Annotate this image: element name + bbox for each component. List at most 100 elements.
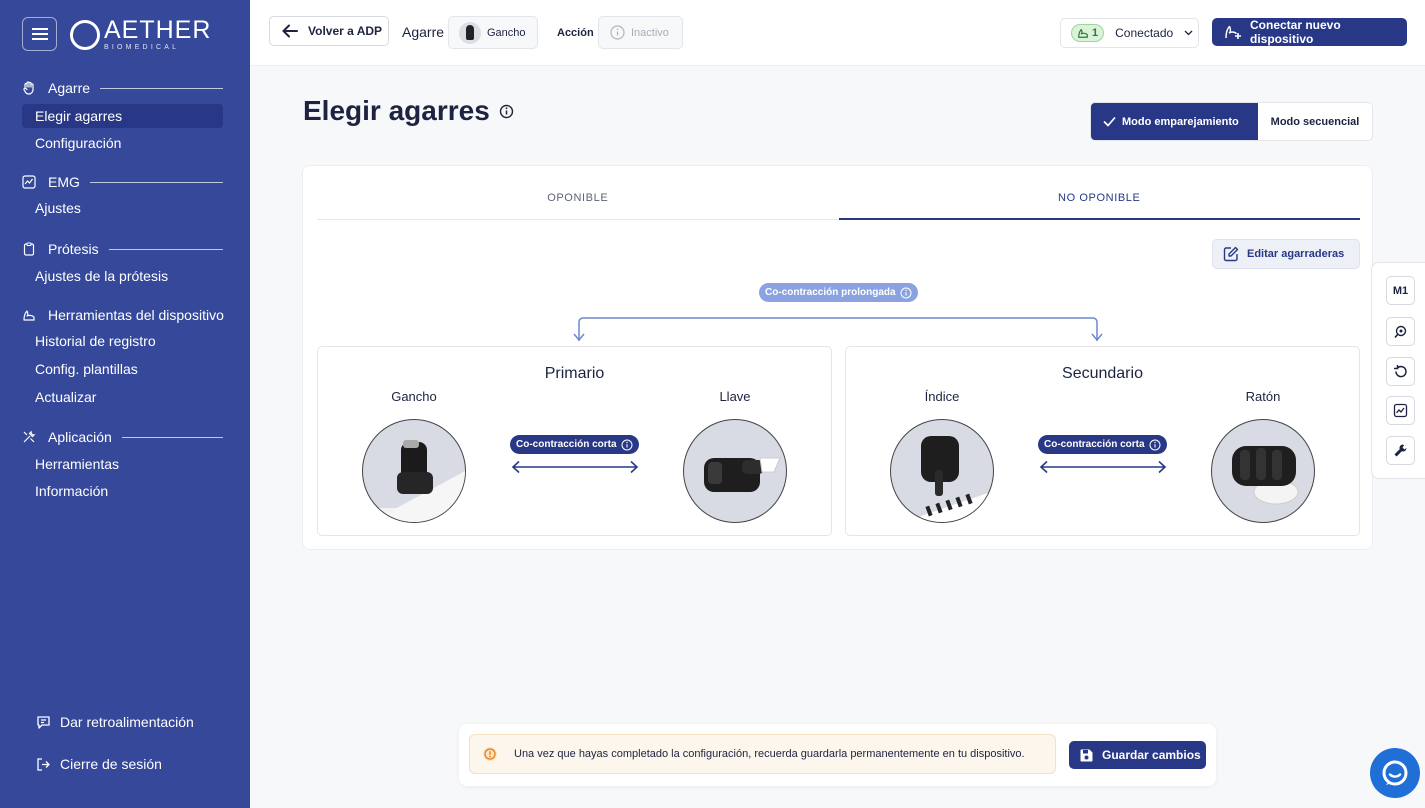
current-grip-value: Gancho [487, 26, 526, 39]
hamburger-icon [31, 28, 48, 40]
warning-info-icon [482, 746, 498, 762]
group-title: Secundario [1062, 365, 1143, 382]
chevron-down-icon [1184, 30, 1193, 36]
key-grip-image[interactable] [683, 419, 787, 523]
menu-toggle-button[interactable] [22, 17, 57, 51]
calibrate-button[interactable] [1386, 317, 1415, 346]
info-icon [610, 25, 625, 40]
current-grip-label: Agarre [402, 24, 445, 40]
short-cocontraction-badge: Co-contracción corta [510, 435, 639, 454]
section-prosthesis: Prótesis [22, 239, 223, 259]
feedback-link[interactable]: Dar retroalimentación [35, 714, 194, 730]
tab-no-oponible[interactable]: NO OPONIBLE [838, 166, 1361, 220]
tools-button[interactable] [1386, 436, 1415, 465]
brand-subtitle: BIOMEDICAL [104, 44, 180, 51]
chart-icon [1393, 403, 1408, 418]
mode-toggle-group: Modo emparejamiento Modo secuencial [1090, 102, 1373, 141]
long-cocontraction-label: Co-contracción prolongada [765, 287, 896, 298]
section-label: Aplicación [48, 429, 112, 445]
wrench-icon [1394, 444, 1407, 457]
edit-grips-button[interactable]: Editar agarraderas [1212, 239, 1360, 269]
page-title-text: Elegir agarres [303, 95, 490, 126]
section-application: Aplicación [22, 427, 223, 447]
sidebar-item-actualizar[interactable]: Actualizar [22, 385, 223, 409]
divider [108, 248, 223, 250]
sequential-mode-button[interactable]: Modo secuencial [1258, 103, 1372, 140]
arm-icon [22, 308, 36, 322]
save-icon [1079, 748, 1094, 763]
sidebar-item-plantillas[interactable]: Config. plantillas [22, 357, 223, 381]
sidebar-item-herramientas[interactable]: Herramientas [22, 452, 223, 476]
index-grip-image[interactable] [890, 419, 994, 523]
swap-arrow-icon [511, 460, 639, 474]
device-count-badge: 1 [1071, 24, 1105, 42]
connect-device-button[interactable]: Conectar nuevo dispositivo [1212, 18, 1407, 46]
tab-oponible[interactable]: OPONIBLE [317, 166, 839, 219]
info-icon[interactable] [1149, 439, 1161, 451]
divider [100, 87, 223, 89]
save-reminder-text: Una vez que hayas completado la configur… [514, 748, 1025, 760]
sidebar-item-elegir-agarres[interactable]: Elegir agarres [22, 104, 223, 128]
sidebar-item-configuracion[interactable]: Configuración [22, 131, 223, 155]
save-changes-button[interactable]: Guardar cambios [1069, 741, 1206, 769]
mouse-grip-image[interactable] [1211, 419, 1315, 523]
logout-icon [35, 756, 51, 772]
top-bar: Volver a ADP Agarre Gancho Acción Inacti… [250, 0, 1425, 66]
action-status-value: Inactivo [631, 26, 669, 39]
hook-grip-thumbnail [459, 21, 481, 44]
back-button[interactable]: Volver a ADP [269, 16, 389, 46]
info-icon[interactable] [621, 439, 633, 451]
connection-status-label: Conectado [1115, 26, 1174, 40]
grip-name: Llave [719, 389, 751, 404]
brand-logo[interactable]: AETHER BIOMEDICAL [70, 18, 211, 51]
sidebar-item-ajustes-protesis[interactable]: Ajustes de la prótesis [22, 264, 223, 288]
section-label: EMG [48, 174, 80, 190]
connection-status-dropdown[interactable]: 1 Conectado [1060, 18, 1199, 48]
grip-name: Índice [924, 389, 960, 404]
sidebar-item-historial[interactable]: Historial de registro [22, 329, 223, 353]
edit-icon [1223, 246, 1239, 262]
clipboard-icon [22, 242, 36, 256]
emg-view-button[interactable] [1386, 396, 1415, 425]
brand-name: AETHER [104, 16, 212, 44]
save-changes-label: Guardar cambios [1102, 748, 1201, 762]
chat-support-button[interactable] [1370, 748, 1420, 798]
arm-icon [1078, 28, 1088, 38]
divider [121, 436, 223, 438]
sidebar: AETHER BIOMEDICAL Agarre Elegir agarres … [0, 0, 250, 808]
pairing-mode-button[interactable]: Modo emparejamiento [1091, 103, 1258, 140]
chat-icon [1382, 760, 1408, 786]
device-count: 1 [1092, 27, 1099, 39]
grip-name: Ratón [1245, 389, 1281, 404]
section-grip: Agarre [22, 78, 223, 98]
sidebar-item-ajustes[interactable]: Ajustes [22, 196, 223, 220]
secondary-grip-group: Secundario Índice Ratón Co-contracción c… [845, 346, 1360, 536]
save-reminder-bar: Una vez que hayas completado la configur… [459, 724, 1216, 786]
pairing-mode-label: Modo emparejamiento [1122, 115, 1239, 128]
hand-icon [22, 81, 36, 95]
undo-button[interactable] [1386, 357, 1415, 386]
arrow-left-icon [282, 24, 298, 38]
section-label: Agarre [48, 80, 91, 96]
section-device-tools: Herramientas del dispositivo [22, 305, 224, 325]
logo-icon [70, 19, 100, 50]
m1-button[interactable]: M1 [1386, 276, 1415, 305]
grip-config-card: OPONIBLE NO OPONIBLE Editar agarraderas … [302, 165, 1373, 550]
info-icon[interactable] [499, 104, 514, 119]
section-label: Herramientas del dispositivo [48, 307, 224, 323]
short-cocontraction-badge: Co-contracción corta [1038, 435, 1167, 454]
action-label: Acción [557, 27, 594, 39]
sidebar-item-informacion[interactable]: Información [22, 479, 223, 503]
grip-tabs: OPONIBLE NO OPONIBLE [317, 166, 1360, 220]
calibrate-icon [1394, 325, 1407, 339]
primary-grip-group: Primario Gancho Llave Co-contracción cor… [317, 346, 832, 536]
logout-link[interactable]: Cierre de sesión [35, 756, 162, 772]
edit-grips-label: Editar agarraderas [1247, 248, 1345, 260]
info-icon[interactable] [900, 287, 912, 299]
divider [89, 181, 223, 183]
short-cocontraction-label: Co-contracción corta [516, 439, 617, 450]
hook-grip-image[interactable] [362, 419, 466, 523]
section-label: Prótesis [48, 241, 99, 257]
page-title: Elegir agarres [303, 95, 514, 127]
quick-actions-rail: M1 [1371, 262, 1425, 479]
